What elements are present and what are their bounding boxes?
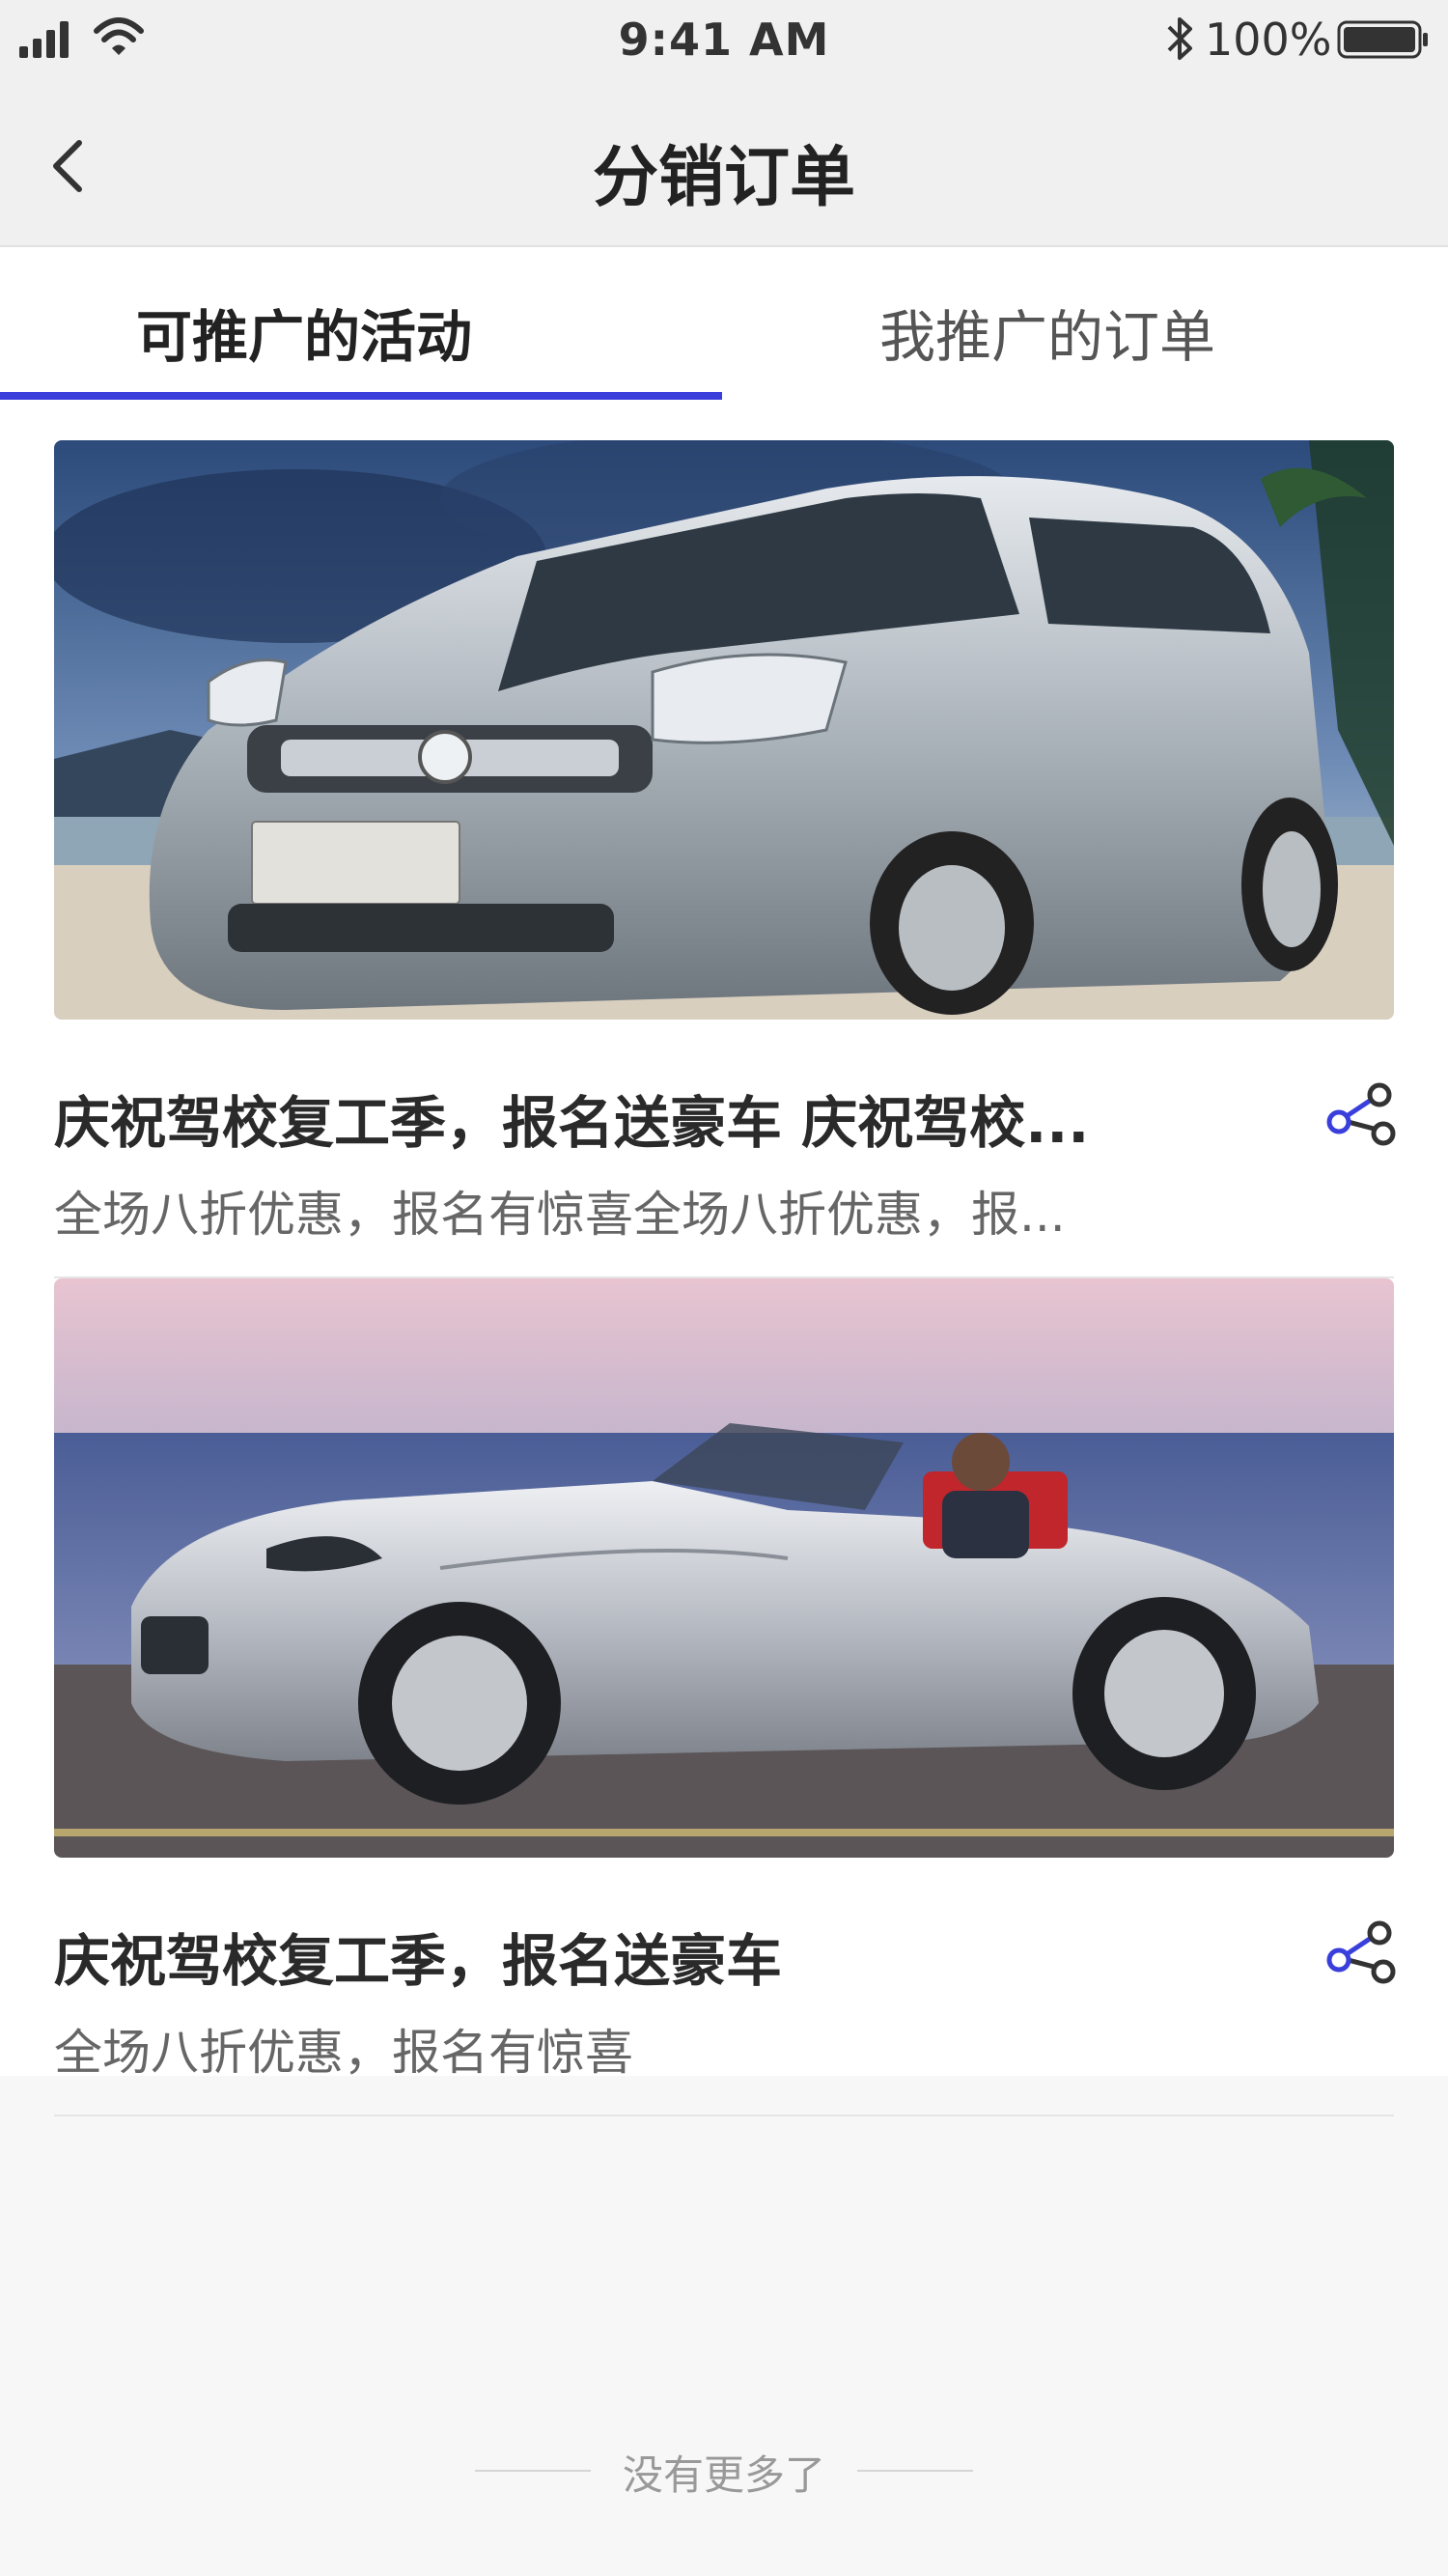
no-more-text: 没有更多了 [622,2451,825,2499]
silver-mpv-photo [54,440,1394,1020]
tab-promotable-activities[interactable]: 可推广的活动 [0,247,724,402]
card-image[interactable] [54,440,1394,1020]
card-description: 全场八折优惠，报名有惊喜全场八折优惠，报... [54,1187,1066,1243]
share-icon[interactable] [1323,1081,1397,1149]
bluetooth-icon [1167,17,1192,60]
status-bar: 9:41 AM 100% [0,0,1448,85]
screen: 9:41 AM 100% 分销订单 可推广的活动 我推广的订单 庆祝驾校复工季，… [0,0,1448,2576]
card-description: 全场八折优惠，报名有惊喜 [54,2025,633,2081]
list-item[interactable]: 庆祝驾校复工季，报名送豪车 全场八折优惠，报名有惊喜 [54,1278,1396,2116]
list-item[interactable]: 庆祝驾校复工季，报名送豪车 庆祝驾校... 全场八折优惠，报名有惊喜全场八折优惠… [54,440,1396,1278]
silver-convertible-photo [54,1278,1394,1858]
tab-my-promoted-orders[interactable]: 我推广的订单 [724,247,1448,402]
page-title: 分销订单 [592,140,855,216]
battery-icon [1337,20,1428,59]
divider [54,2114,1394,2116]
card-title: 庆祝驾校复工季，报名送豪车 庆祝驾校... [54,1090,1090,1156]
card-image[interactable] [54,1278,1394,1858]
share-icon[interactable] [1323,1919,1397,1987]
tab-bar: 可推广的活动 我推广的订单 [0,247,1448,402]
active-tab-indicator [0,392,722,400]
divider [857,2470,973,2472]
no-more-indicator: 没有更多了 [0,2443,1448,2501]
nav-bar: 分销订单 [0,85,1448,247]
activity-list: 庆祝驾校复工季，报名送豪车 庆祝驾校... 全场八折优惠，报名有惊喜全场八折优惠… [0,402,1448,2116]
battery-percent: 100% [1205,14,1332,66]
card-title: 庆祝驾校复工季，报名送豪车 [54,1928,783,1994]
